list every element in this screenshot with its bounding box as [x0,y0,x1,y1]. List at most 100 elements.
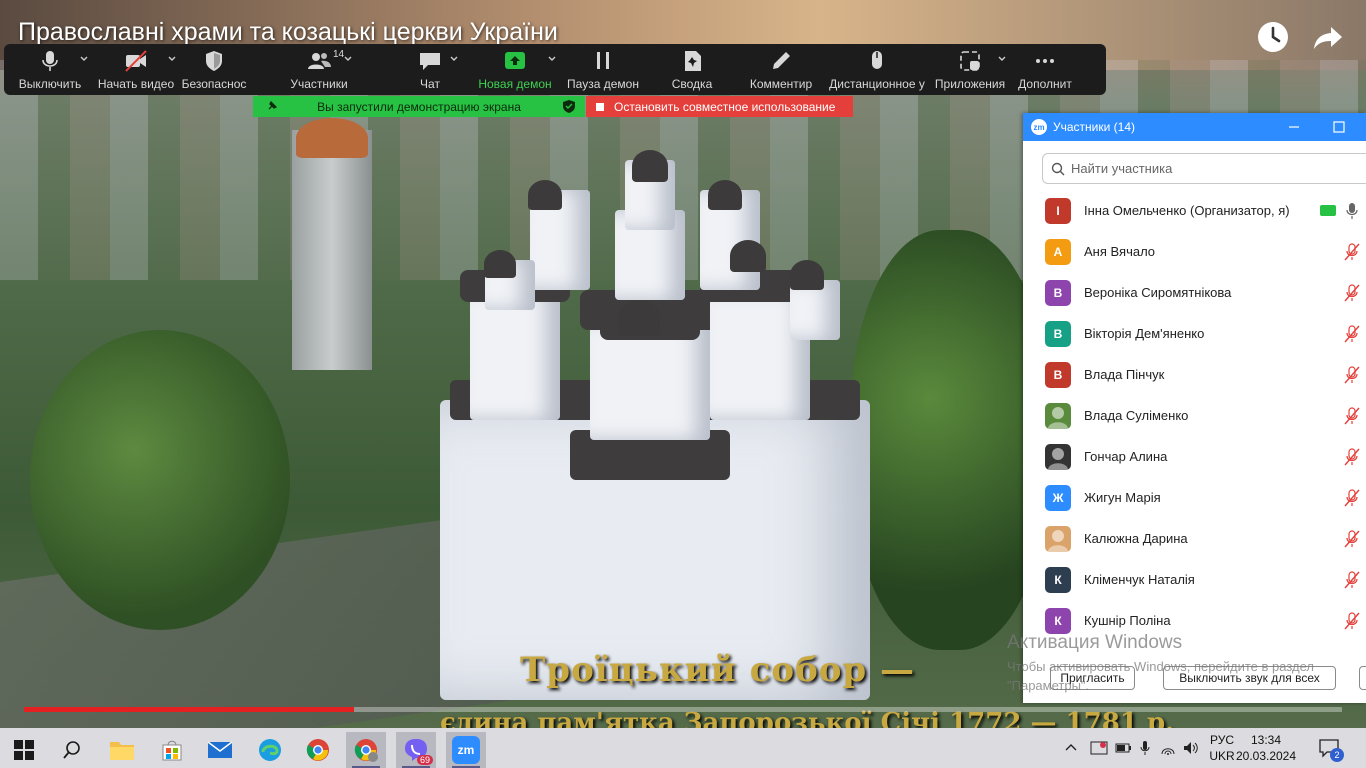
new-share-button[interactable]: Новая демон [470,44,560,95]
participant-row[interactable]: А Аня Вячало [1023,231,1366,272]
participants-icon [308,53,331,69]
security-label: Безопаснос [181,77,247,91]
taskbar-chrome-profile[interactable] [346,732,386,768]
taskbar-edge[interactable] [250,732,290,768]
participant-search-input[interactable]: Найти участника [1042,153,1366,184]
participant-name: Калюжна Дарина [1084,531,1188,546]
start-video-button[interactable]: Начать видео [92,44,180,95]
microphone-tray-icon[interactable] [1138,740,1152,756]
mic-muted-icon[interactable] [1344,325,1360,343]
chevron-up-icon[interactable] [342,52,354,64]
pause-share-button[interactable]: Пауза демон [560,44,646,95]
wifi-icon[interactable] [1160,740,1176,756]
participant-row[interactable]: В Вероніка Сиромятнікова [1023,272,1366,313]
minimize-icon[interactable] [1286,119,1302,135]
mic-muted-icon[interactable] [1344,612,1360,630]
more-options-button[interactable] [1359,666,1366,690]
meeting-tray-icon[interactable] [1090,740,1108,756]
pause-share-label: Пауза демон [567,77,639,91]
mic-muted-icon[interactable] [1344,366,1360,384]
participant-row[interactable]: В Вікторія Дем'яненко [1023,313,1366,354]
notification-center-button[interactable]: 2 [1318,738,1344,762]
invite-button[interactable]: Пригласить [1050,666,1135,690]
taskbar-file-explorer[interactable] [102,732,142,768]
more-button[interactable]: Дополнит [1010,44,1080,95]
more-label: Дополнит [1018,77,1072,91]
summary-button[interactable]: Сводка [646,44,738,95]
maximize-icon[interactable] [1331,119,1347,135]
search-icon [1051,162,1065,175]
chevron-up-icon[interactable] [546,52,558,64]
mail-icon [207,741,233,758]
participant-row[interactable]: І Інна Омельченко (Организатор, я) [1023,190,1366,231]
start-button[interactable] [4,732,44,768]
participant-avatar: Ж [1045,484,1071,511]
participant-avatar: В [1045,320,1071,347]
system-tray [1064,728,1200,768]
summary-icon [685,51,701,71]
security-button[interactable]: Безопаснос [180,44,248,95]
participants-button[interactable]: 14 Участники [248,44,390,95]
mic-muted-icon[interactable] [1344,571,1360,589]
mic-icon [42,51,58,71]
stop-share-button[interactable]: Остановить совместное использование [586,96,853,117]
participant-row[interactable]: Ж Жигун Марія [1023,477,1366,518]
edge-icon [259,739,281,761]
taskbar-search-button[interactable] [52,732,92,768]
participant-avatar [1045,443,1071,470]
video-off-icon [125,50,147,72]
video-progress-bar[interactable] [24,707,1342,712]
participant-row[interactable]: Гончар Алина [1023,436,1366,477]
participant-avatar [1045,525,1071,552]
chevron-up-icon[interactable] [996,52,1008,64]
taskbar-viber[interactable]: 69 [396,732,436,768]
chevron-up-icon[interactable] [1064,741,1078,755]
store-icon [162,740,182,761]
apps-button[interactable]: Приложения [930,44,1010,95]
annotate-button[interactable]: Комментир [738,44,824,95]
remote-control-button[interactable]: Дистанционное у [824,44,930,95]
sharing-status-banner[interactable]: Вы запустили демонстрацию экрана [253,96,585,117]
participant-avatar: А [1045,238,1071,265]
chat-label: Чат [420,77,440,91]
mic-muted-icon[interactable] [1344,448,1360,466]
share-arrow-icon[interactable] [1311,20,1345,54]
mute-button[interactable]: Выключить [8,44,92,95]
participant-row[interactable]: К Кушнір Поліна [1023,600,1366,641]
chevron-up-icon[interactable] [78,52,90,64]
mic-muted-icon[interactable] [1344,243,1360,261]
mute-all-button[interactable]: Выключить звук для всех [1163,666,1336,690]
taskbar-clock[interactable]: 13:34 20.03.2024 [1232,732,1300,764]
participant-avatar [1045,402,1071,429]
chevron-up-icon[interactable] [448,52,460,64]
taskbar-store[interactable] [152,732,192,768]
stop-share-label: Остановить совместное использование [614,99,836,114]
summary-label: Сводка [671,77,713,91]
chat-button[interactable]: Чат [390,44,470,95]
mic-muted-icon[interactable] [1344,284,1360,302]
participants-panel-title: Участники (14) [1053,120,1136,134]
more-icon [1036,59,1054,63]
mic-icon[interactable] [1344,202,1360,220]
battery-icon[interactable] [1114,740,1132,756]
mic-muted-icon[interactable] [1344,489,1360,507]
taskbar-zoom[interactable]: zm [446,732,486,768]
chevron-up-icon[interactable] [166,52,178,64]
mic-muted-icon[interactable] [1344,530,1360,548]
watch-later-icon[interactable] [1256,20,1290,54]
taskbar-mail[interactable] [200,732,240,768]
volume-icon[interactable] [1182,740,1200,756]
participant-row[interactable]: Влада Суліменко [1023,395,1366,436]
zoom-app-icon: zm [452,736,480,764]
participant-row[interactable]: Калюжна Дарина [1023,518,1366,559]
participant-row[interactable]: В Влада Пінчук [1023,354,1366,395]
remote-control-icon [872,51,882,69]
participant-name: Кушнір Поліна [1084,613,1171,628]
participant-row[interactable]: К Кліменчук Наталія [1023,559,1366,600]
taskbar-chrome[interactable] [298,732,338,768]
zoom-logo-icon: zm [1031,119,1047,135]
participant-avatar: В [1045,279,1071,306]
windows-taskbar: 69 zm РУС UKR 13:34 20.03.2024 2 [0,728,1366,768]
video-caption-line1: Троїцький собор — [520,650,916,690]
mic-muted-icon[interactable] [1344,407,1360,425]
